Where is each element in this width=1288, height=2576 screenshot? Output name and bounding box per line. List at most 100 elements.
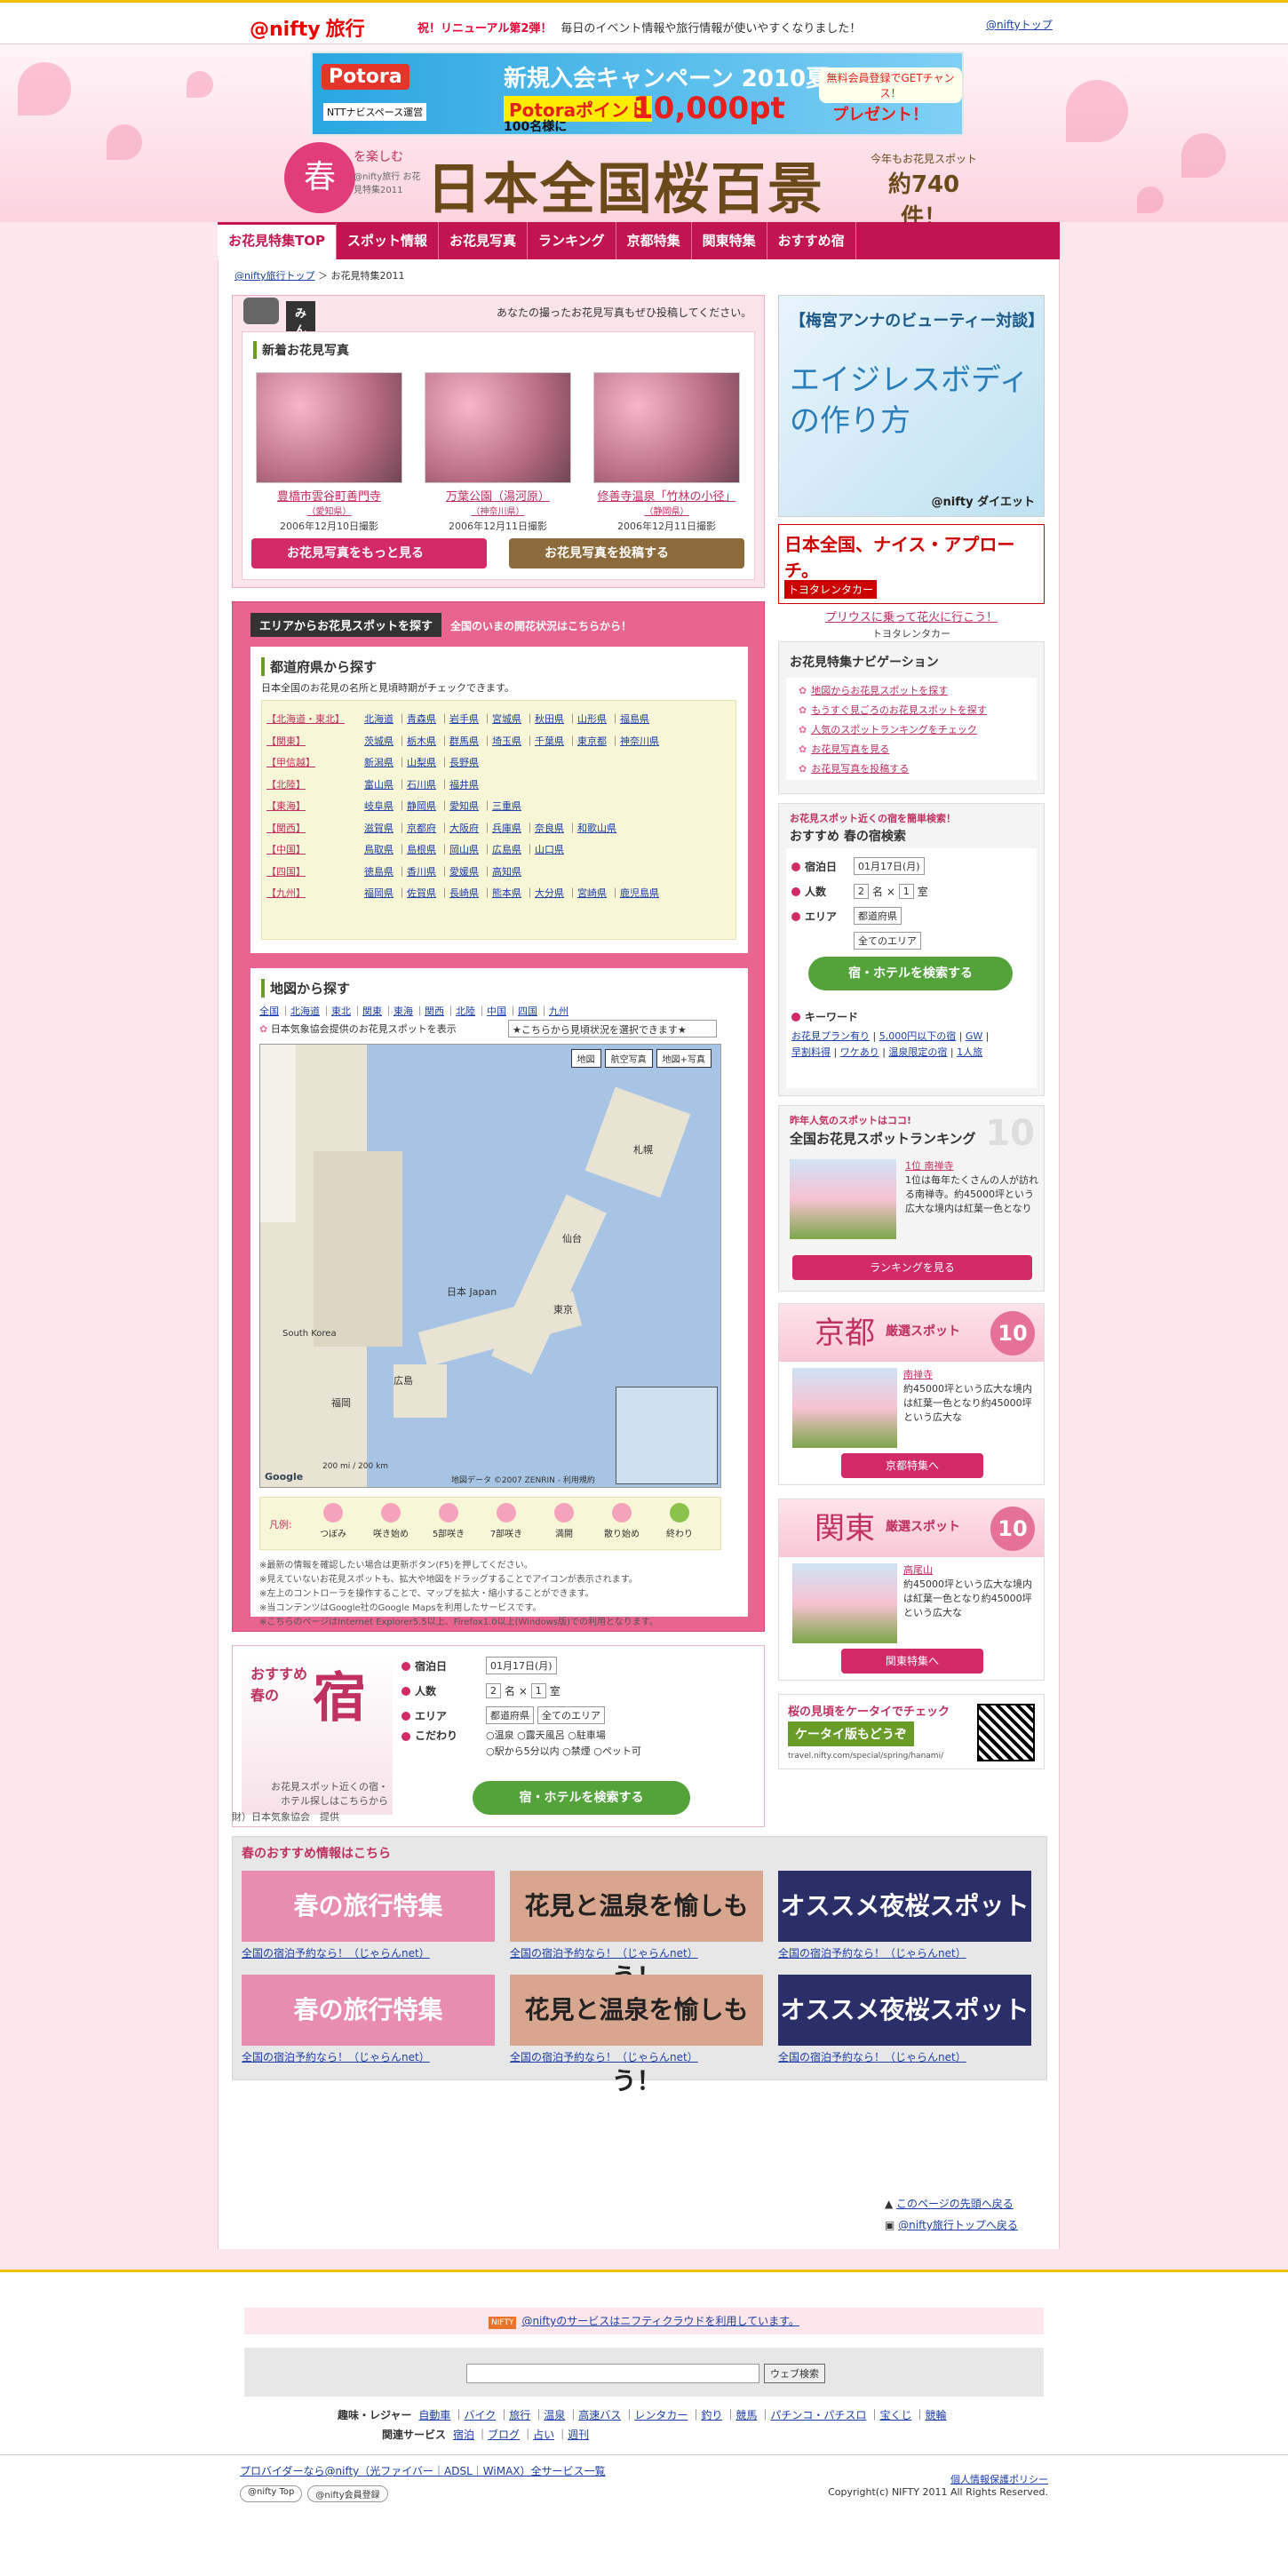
prefecture-link[interactable]: 福島県 bbox=[620, 713, 649, 725]
side-yado-search-button[interactable]: 宿・ホテルを検索する bbox=[808, 957, 1013, 990]
photo-item[interactable]: 修善寺温泉「竹林の小径」 （静岡県） 2006年12月11日撮影 bbox=[589, 372, 744, 533]
footer-link[interactable]: 旅行 bbox=[509, 2409, 530, 2421]
map-region-link[interactable]: 九州 bbox=[549, 1006, 568, 1017]
recommend-card[interactable]: オススメ夜桜スポット 全国の宿泊予約なら！（じゃらんnet） bbox=[778, 1871, 1031, 1960]
cond-roten-radio[interactable]: ○露天風呂 bbox=[517, 1729, 565, 1741]
prefecture-link[interactable]: 秋田県 bbox=[535, 713, 564, 725]
cond-nosmoke-radio[interactable]: ○禁煙 bbox=[562, 1745, 591, 1757]
prefecture-link[interactable]: 兵庫県 bbox=[492, 823, 521, 834]
side-rooms-select[interactable]: 1 bbox=[898, 883, 914, 899]
prefecture-link[interactable]: 山口県 bbox=[535, 844, 564, 855]
region-link[interactable]: 【中国】 bbox=[266, 844, 306, 855]
footer-link[interactable]: 温泉 bbox=[544, 2409, 565, 2421]
prefecture-link[interactable]: 岐阜県 bbox=[364, 800, 394, 812]
prefecture-link[interactable]: 北海道 bbox=[364, 713, 394, 725]
people-select[interactable]: 2 bbox=[486, 1682, 501, 1698]
footer-link[interactable]: 宝くじ bbox=[879, 2409, 911, 2421]
prefecture-link[interactable]: 長崎県 bbox=[449, 887, 479, 899]
prefecture-link[interactable]: 静岡県 bbox=[407, 800, 436, 812]
prefecture-link[interactable]: 京都府 bbox=[407, 823, 436, 834]
prefecture-link[interactable]: 東京都 bbox=[577, 735, 607, 747]
map-region-link[interactable]: 四国 bbox=[518, 1006, 537, 1017]
side-people-select[interactable]: 2 bbox=[854, 883, 869, 899]
footer-link[interactable]: 週刊 bbox=[568, 2429, 589, 2441]
map-type-map-button[interactable]: 地図 bbox=[570, 1049, 601, 1068]
tab-yado[interactable]: おすすめ宿 bbox=[767, 222, 856, 259]
tab-top[interactable]: お花見特集TOP bbox=[218, 222, 337, 259]
prefecture-link[interactable]: 佐賀県 bbox=[407, 887, 436, 899]
page-top-link[interactable]: このページの先頭へ戻る bbox=[896, 2198, 1014, 2210]
more-photos-button[interactable]: お花見写真をもっと見る bbox=[251, 538, 487, 568]
footer-link[interactable]: 競馬 bbox=[735, 2409, 757, 2421]
kyoto-thumbnail[interactable] bbox=[792, 1368, 897, 1448]
recommend-card[interactable]: 春の旅行特集 全国の宿泊予約なら！（じゃらんnet） bbox=[242, 1975, 495, 2064]
prefecture-link[interactable]: 高知県 bbox=[492, 866, 521, 878]
cond-station-radio[interactable]: ○駅から5分以内 bbox=[486, 1745, 560, 1757]
checkin-select[interactable]: 01月17日(月) bbox=[486, 1657, 557, 1674]
overview-map[interactable] bbox=[616, 1387, 718, 1484]
prefecture-link[interactable]: 滋賀県 bbox=[364, 823, 394, 834]
pref-select[interactable]: 都道府県 bbox=[486, 1706, 534, 1724]
prefecture-link[interactable]: 大阪府 bbox=[449, 823, 479, 834]
map-region-link[interactable]: 関西 bbox=[425, 1006, 444, 1017]
prefecture-link[interactable]: 千葉県 bbox=[535, 735, 564, 747]
navi-link[interactable]: もうすぐ見ごろのお花見スポットを探す bbox=[811, 704, 987, 716]
cond-pet-radio[interactable]: ○ペット可 bbox=[593, 1745, 641, 1757]
map-region-link[interactable]: 東海 bbox=[394, 1006, 413, 1017]
zoom-control[interactable] bbox=[260, 1045, 296, 1222]
recommend-card[interactable]: 花見と温泉を愉しもう！全国の宿泊予約なら！（じゃらんnet） bbox=[510, 1975, 763, 2095]
map-type-satellite-button[interactable]: 航空写真 bbox=[604, 1049, 653, 1068]
prefecture-link[interactable]: 福井県 bbox=[449, 779, 479, 791]
prefecture-link[interactable]: 奈良県 bbox=[535, 823, 564, 834]
privacy-link[interactable]: 個人情報保護ポリシー bbox=[950, 2474, 1048, 2485]
navi-link[interactable]: お花見写真を見る bbox=[811, 743, 889, 755]
kanto-button[interactable]: 関東特集へ bbox=[841, 1649, 983, 1674]
toyota-ad[interactable]: 日本全国、ナイス・アプローチ。 トヨタレンタカー bbox=[778, 524, 1045, 604]
prefecture-link[interactable]: 山形県 bbox=[577, 713, 607, 725]
kanto-thumbnail[interactable] bbox=[792, 1563, 897, 1643]
navi-link[interactable]: 人気のスポットランキングをチェック bbox=[811, 724, 977, 735]
footer-link[interactable]: 競輪 bbox=[925, 2409, 946, 2421]
mobile-version-button[interactable]: ケータイ版もどうぞ bbox=[788, 1721, 914, 1746]
prefecture-link[interactable]: 熊本県 bbox=[492, 887, 521, 899]
side-area-select[interactable]: 全てのエリア bbox=[854, 932, 921, 950]
prefecture-link[interactable]: 宮城県 bbox=[492, 713, 521, 725]
prefecture-link[interactable]: 愛媛県 bbox=[449, 866, 479, 878]
map-region-link[interactable]: 中国 bbox=[487, 1006, 506, 1017]
tab-spot-info[interactable]: スポット情報 bbox=[337, 222, 439, 259]
map-type-hybrid-button[interactable]: 地図+写真 bbox=[656, 1049, 712, 1068]
side-pref-select[interactable]: 都道府県 bbox=[854, 907, 902, 925]
prefecture-link[interactable]: 香川県 bbox=[407, 866, 436, 878]
footer-link[interactable]: 高速バス bbox=[578, 2409, 621, 2421]
nifty-cloud-link[interactable]: @niftyのサービスはニフティクラウドを利用しています。 bbox=[521, 2315, 799, 2327]
footer-link[interactable]: 釣り bbox=[701, 2409, 722, 2421]
footer-link[interactable]: 宿泊 bbox=[453, 2429, 474, 2441]
footer-link[interactable]: バイク bbox=[464, 2409, 496, 2421]
map-region-link[interactable]: 東北 bbox=[331, 1006, 351, 1017]
ranking-thumbnail[interactable] bbox=[790, 1159, 896, 1239]
web-search-input[interactable] bbox=[466, 2364, 759, 2383]
provider-link[interactable]: プロバイダーなら@nifty（光ファイバー｜ADSL｜WiMAX）全サービス一覧 bbox=[240, 2465, 606, 2477]
map-region-link[interactable]: 全国 bbox=[259, 1006, 279, 1017]
bloom-status-select[interactable]: ★こちらから見頃状況を選択できます★ bbox=[508, 1020, 717, 1038]
rooms-select[interactable]: 1 bbox=[530, 1682, 546, 1698]
post-photo-button[interactable]: お花見写真を投稿する bbox=[509, 538, 744, 568]
footer-link[interactable]: ブログ bbox=[488, 2429, 520, 2441]
prefecture-link[interactable]: 山梨県 bbox=[407, 757, 436, 768]
navi-link[interactable]: お花見写真を投稿する bbox=[811, 763, 909, 775]
prefecture-link[interactable]: 富山県 bbox=[364, 779, 394, 791]
area-select[interactable]: 全てのエリア bbox=[537, 1706, 605, 1724]
tab-ranking[interactable]: ランキング bbox=[528, 222, 616, 259]
region-link[interactable]: 【北陸】 bbox=[266, 779, 306, 791]
region-link[interactable]: 【関西】 bbox=[266, 823, 306, 834]
region-link[interactable]: 【四国】 bbox=[266, 866, 306, 878]
prefecture-link[interactable]: 長野県 bbox=[449, 757, 479, 768]
cond-onsen-radio[interactable]: ○温泉 bbox=[486, 1729, 514, 1741]
prefecture-link[interactable]: 三重県 bbox=[492, 800, 521, 812]
footer-link[interactable]: 占い bbox=[533, 2429, 554, 2441]
nifty-register-badge[interactable]: @nifty会員登録 bbox=[307, 2485, 388, 2502]
tab-kanto[interactable]: 関東特集 bbox=[692, 222, 767, 259]
prefecture-link[interactable]: 岡山県 bbox=[449, 844, 479, 855]
prefecture-link[interactable]: 岩手県 bbox=[449, 713, 479, 725]
side-checkin-select[interactable]: 01月17日(月) bbox=[854, 857, 925, 875]
